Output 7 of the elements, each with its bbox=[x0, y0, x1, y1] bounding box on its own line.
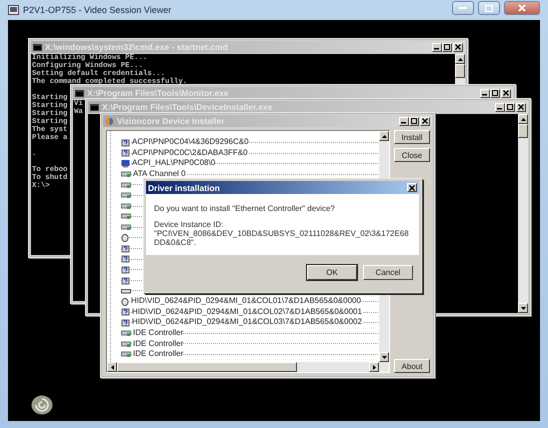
window-title: X:\Program Files\Tools\Monitor.exe bbox=[87, 88, 229, 98]
viewer-title: P2V1-OP755 - Video Session Viewer bbox=[23, 5, 172, 15]
id-label: Device Instance ID: bbox=[154, 220, 224, 229]
dialog-title: Driver installation bbox=[148, 182, 220, 192]
dialog-question: Do you want to install "Ethernet Controller" device? bbox=[154, 204, 336, 213]
id-value: "PCI\VEN_8086&DEV_10BD&SUBSYS_02111028&REV_02\3&172E68DD&0&C8". bbox=[154, 229, 410, 247]
window-title: X:\Program Files\Tools\DeviceInstaller.exe bbox=[102, 102, 272, 112]
